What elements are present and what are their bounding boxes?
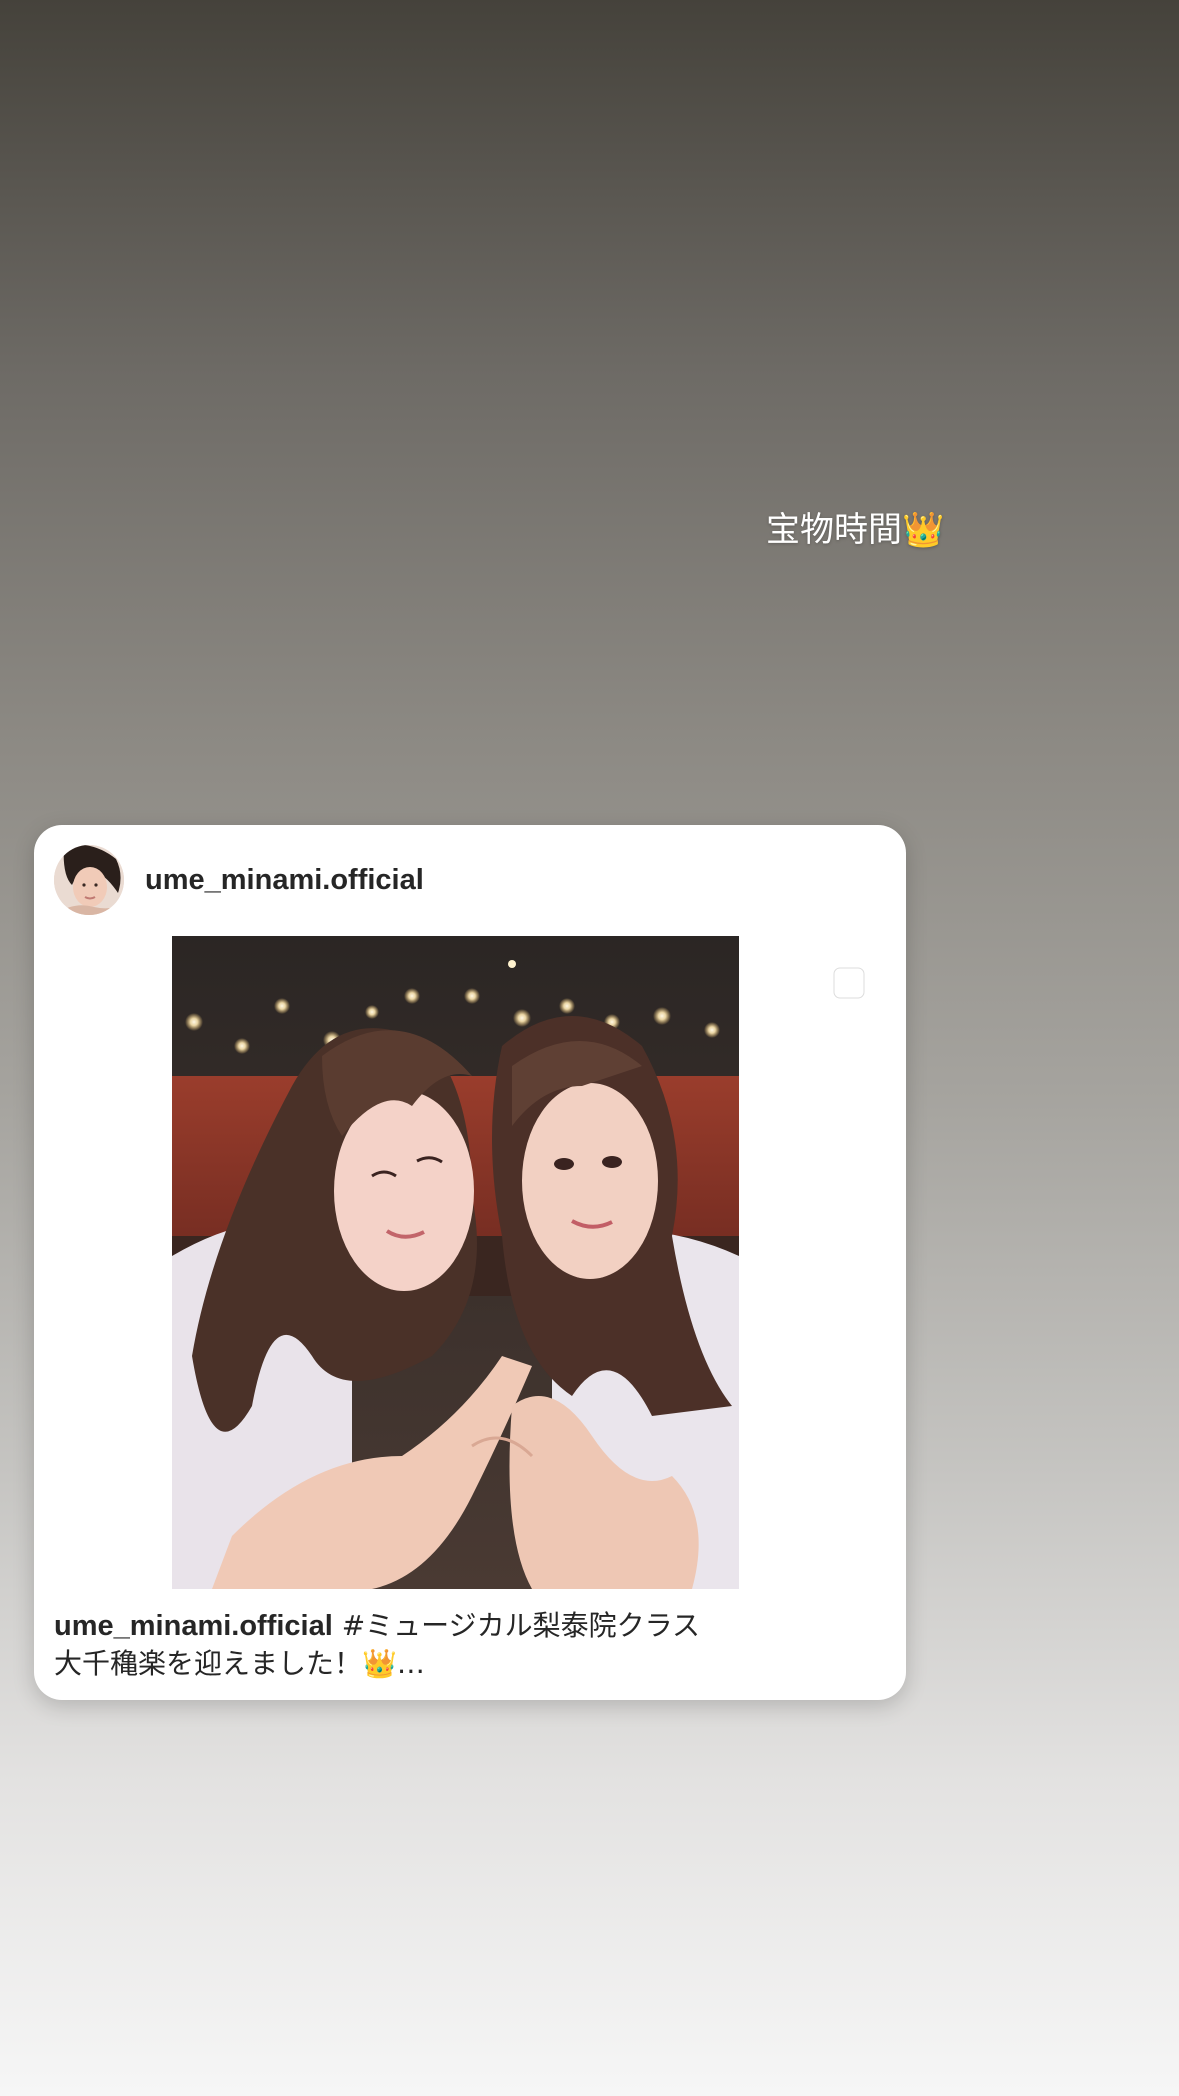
avatar[interactable] [54, 845, 124, 915]
post-username[interactable]: ume_minami.official [145, 864, 424, 897]
caption-text-line1: #ミュージカル梨泰院クラス [341, 1609, 701, 1642]
shared-post-card[interactable]: ume_minami.official ume_minami.official … [34, 825, 906, 1700]
post-header: ume_minami.official [54, 845, 424, 915]
post-photo[interactable] [172, 936, 739, 1589]
caption-text-line2: 大千穐楽を迎えました！👑… [54, 1647, 425, 1680]
carousel-icon [831, 965, 877, 1011]
story-background: 宝物時間👑 ume_minami.official ume_minami.off… [0, 0, 1179, 2096]
post-caption: ume_minami.official #ミュージカル梨泰院クラス 大千穐楽を迎… [54, 1607, 784, 1682]
story-text-sticker[interactable]: 宝物時間👑 [766, 502, 944, 551]
caption-username[interactable]: ume_minami.official [54, 1610, 333, 1642]
